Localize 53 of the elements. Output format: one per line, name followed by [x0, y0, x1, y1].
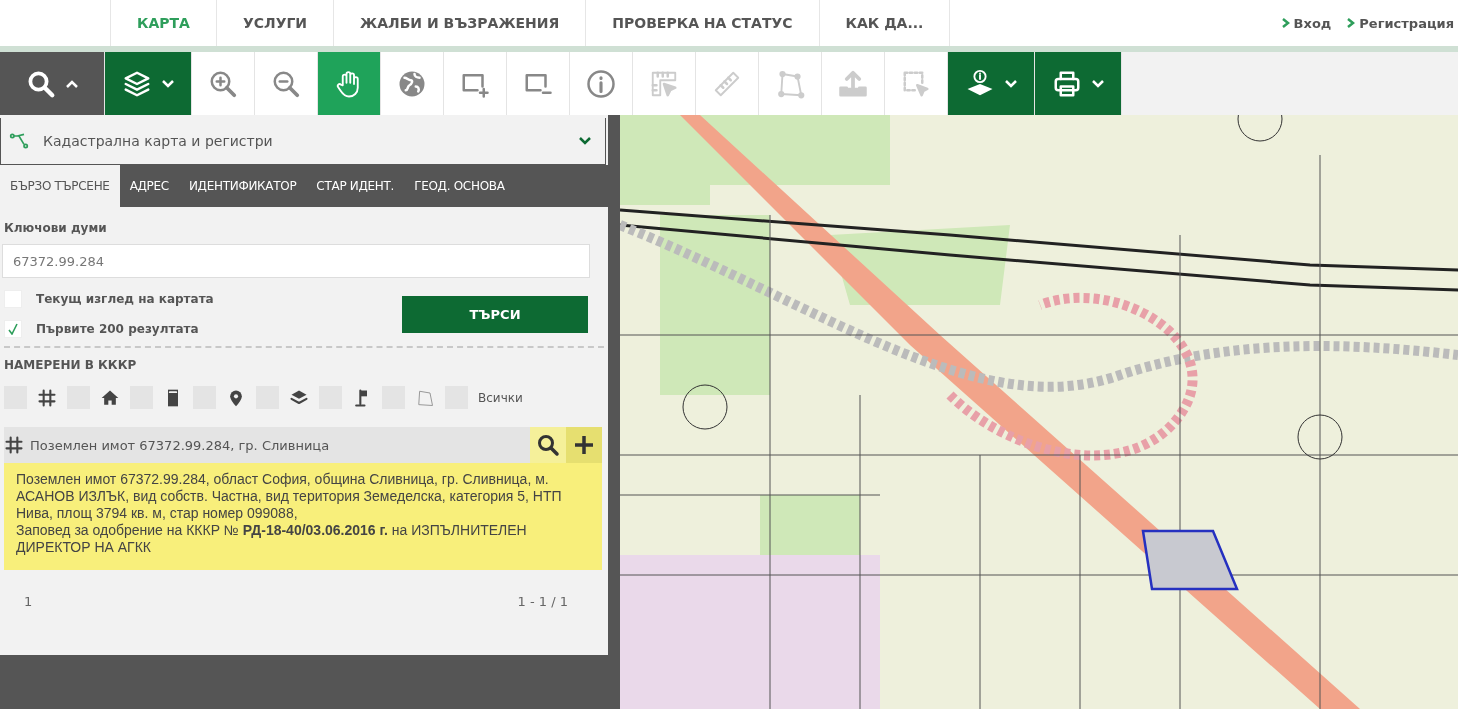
- nav-tab[interactable]: ЖАЛБИ И ВЪЗРАЖЕНИЯ: [334, 0, 587, 46]
- caret-icon: [1092, 79, 1104, 88]
- zoom-to-button[interactable]: [530, 427, 566, 463]
- search-button[interactable]: ТЪРСИ: [402, 295, 588, 333]
- checkbox-label: Първите 200 резултата: [36, 322, 199, 336]
- toolbar-button[interactable]: [948, 52, 1035, 115]
- plus-icon: [572, 433, 596, 457]
- search-icon: [536, 433, 560, 457]
- caret-icon: [579, 137, 591, 145]
- route-icon: [9, 131, 29, 151]
- upload-icon: [838, 68, 868, 99]
- caret-icon: [1005, 79, 1017, 88]
- toolbar-button[interactable]: [1035, 52, 1122, 115]
- details-text: Заповед за одобрение на КККР № РД-18-40/03.06.2016 г. на ИЗПЪЛНИТЕЛЕН ДИРЕКТОР НА АГКК: [16, 522, 528, 556]
- toolbar-button[interactable]: [192, 52, 255, 115]
- section-heading: НАМЕРЕНИ В КККР: [4, 358, 138, 372]
- search-tab[interactable]: БЪРЗО ТЪРСЕНЕ: [0, 165, 120, 207]
- toolbar-button[interactable]: [318, 52, 381, 115]
- toolbar-button[interactable]: [105, 52, 192, 115]
- toolbar-button[interactable]: [444, 52, 507, 115]
- page-number[interactable]: 1: [24, 594, 33, 609]
- toolbar-button[interactable]: [507, 52, 570, 115]
- checkbox[interactable]: [4, 320, 22, 338]
- filter-label: Всички: [478, 390, 523, 405]
- keywords-field[interactable]: 67372.99.284: [2, 244, 590, 278]
- chevron-icon: [1281, 18, 1290, 28]
- checkbox-label: Текущ изглед на картата: [36, 292, 214, 306]
- chevron-icon: [1347, 18, 1356, 28]
- grid-icon: [4, 435, 24, 455]
- layer-selector[interactable]: Кадастрална карта и регистри: [0, 118, 606, 165]
- nav-tab[interactable]: УСЛУГИ: [216, 0, 335, 46]
- search-tab[interactable]: ГЕОД. ОСНОВА: [404, 165, 515, 207]
- nav-link[interactable]: Регистрация: [1347, 15, 1454, 31]
- info-icon: [586, 68, 616, 99]
- caret-icon: [66, 79, 78, 88]
- search-tab[interactable]: СТАР ИДЕНТ.: [306, 165, 405, 207]
- result-title[interactable]: Поземлен имот 67372.99.284, гр. Сливница: [24, 437, 530, 453]
- grid-icon: [37, 387, 57, 408]
- nav-tab[interactable]: ПРОВЕРКА НА СТАТУС: [586, 0, 820, 46]
- field-label: Ключови думи: [4, 221, 108, 235]
- search-tab[interactable]: АДРЕС: [119, 165, 179, 207]
- toolbar-button[interactable]: [0, 52, 105, 115]
- add-button[interactable]: [566, 427, 602, 463]
- search-tab[interactable]: ИДЕНТИФИКАТОР: [178, 165, 307, 207]
- polygon-icon: [775, 68, 805, 99]
- nav-tab[interactable]: КАК ДА...: [819, 0, 951, 46]
- toolbar-button[interactable]: [255, 52, 318, 115]
- toolbar-button[interactable]: [381, 52, 444, 115]
- toolbar-button[interactable]: [570, 52, 633, 115]
- result-range: 1 - 1 / 1: [517, 594, 568, 609]
- caret-icon: [162, 79, 174, 88]
- layer-selector-label: Кадастрална карта и регистри: [43, 133, 273, 149]
- nav-link[interactable]: Вход: [1281, 15, 1332, 31]
